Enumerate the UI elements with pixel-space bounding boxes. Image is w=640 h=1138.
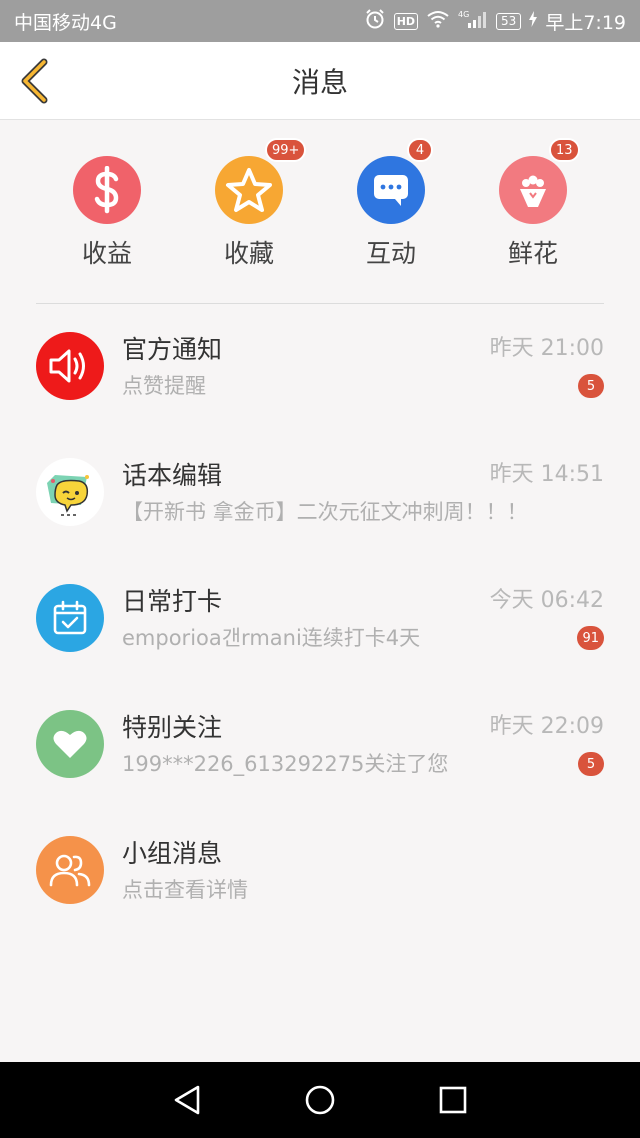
group-icon xyxy=(49,854,91,887)
nav-back-button[interactable] xyxy=(165,1078,209,1122)
page-title: 消息 xyxy=(291,65,348,99)
quick-categories: 收益 99+ 收藏 4 互动 13 鲜花 xyxy=(0,120,640,304)
message-title: 小组消息 xyxy=(122,839,223,868)
unread-badge: 5 xyxy=(578,752,604,776)
circle-home-icon xyxy=(305,1085,335,1115)
group-messages-avatar xyxy=(36,836,104,904)
official-notice-avatar xyxy=(36,332,104,400)
back-button[interactable] xyxy=(14,56,54,106)
message-time: 昨天 22:09 xyxy=(489,714,604,739)
daily-checkin-avatar xyxy=(36,584,104,652)
list-item-official-notice[interactable]: 官方通知 昨天 21:00 点赞提醒 5 xyxy=(0,322,640,432)
chevron-left-icon xyxy=(21,58,48,104)
square-recents-icon xyxy=(440,1086,467,1114)
message-time: 昨天 14:51 xyxy=(489,462,604,487)
nav-recents-button[interactable] xyxy=(431,1078,475,1122)
message-title: 官方通知 xyxy=(122,335,223,364)
list-item-group-messages[interactable]: 小组消息 点击查看详情 xyxy=(0,826,640,936)
divider xyxy=(36,303,604,304)
quick-label-earnings: 收益 xyxy=(81,239,132,268)
speaker-icon xyxy=(49,349,85,383)
network-label: 4G xyxy=(458,10,469,19)
charging-icon xyxy=(529,11,538,31)
earnings-circle xyxy=(73,156,141,224)
message-title: 话本编辑 xyxy=(122,461,223,490)
hd-icon: HD xyxy=(393,12,419,30)
interaction-circle: 4 xyxy=(357,138,433,224)
flower-icon xyxy=(520,175,546,207)
unread-badge: 91 xyxy=(577,626,604,650)
quick-item-interaction[interactable]: 4 互动 xyxy=(336,138,446,270)
quick-item-flowers[interactable]: 13 鲜花 xyxy=(478,138,588,270)
flowers-badge: 13 xyxy=(549,138,580,162)
dollar-icon xyxy=(94,166,119,214)
list-item-editor[interactable]: 话本编辑 昨天 14:51 【开新书 拿金币】二次元征文冲刺周！！！ xyxy=(0,448,640,558)
message-preview: 【开新书 拿金币】二次元征文冲刺周！！！ xyxy=(122,500,528,524)
message-title: 日常打卡 xyxy=(122,587,223,616)
message-preview: emporioa갠rmani连续打卡4天 xyxy=(122,626,421,650)
heart-icon xyxy=(53,730,87,758)
message-time: 今天 06:42 xyxy=(489,588,604,613)
signal-icon: 4G xyxy=(458,9,488,33)
message-time: 昨天 21:00 xyxy=(489,336,604,361)
special-follow-avatar xyxy=(36,710,104,778)
interaction-badge: 4 xyxy=(407,138,433,162)
header: 消息 xyxy=(0,42,640,120)
quick-label-flowers: 鲜花 xyxy=(507,239,558,268)
favorites-badge: 99+ xyxy=(265,138,307,162)
favorites-circle: 99+ xyxy=(215,138,307,224)
message-title: 特别关注 xyxy=(122,713,223,742)
quick-label-interaction: 互动 xyxy=(365,239,416,268)
list-item-daily-checkin[interactable]: 日常打卡 今天 06:42 emporioa갠rmani连续打卡4天 91 xyxy=(0,574,640,684)
navigation-bar xyxy=(0,1062,640,1138)
battery-icon: 53 xyxy=(496,12,522,30)
message-preview: 199***226_613292275关注了您 xyxy=(122,752,449,776)
quick-label-favorites: 收藏 xyxy=(223,239,274,268)
list-item-special-follow[interactable]: 特别关注 昨天 22:09 199***226_613292275关注了您 5 xyxy=(0,700,640,810)
nav-home-button[interactable] xyxy=(298,1078,342,1122)
calendar-icon xyxy=(53,600,87,635)
message-preview: 点赞提醒 xyxy=(122,374,206,398)
editor-avatar xyxy=(36,458,104,526)
editor-avatar-icon xyxy=(47,475,89,516)
clock-label: 早上7:19 xyxy=(545,11,626,34)
unread-badge: 5 xyxy=(578,374,604,398)
quick-item-earnings[interactable]: 收益 xyxy=(52,156,162,270)
carrier-label: 中国移动4G xyxy=(14,11,117,34)
triangle-back-icon xyxy=(174,1085,199,1115)
message-preview: 点击查看详情 xyxy=(122,878,248,902)
quick-item-favorites[interactable]: 99+ 收藏 xyxy=(194,138,307,270)
flowers-circle: 13 xyxy=(499,138,580,224)
wifi-icon xyxy=(426,9,450,33)
status-bar: 中国移动4G HD 4G 53 早上7:19 xyxy=(0,0,640,42)
chat-icon xyxy=(374,175,408,206)
star-icon xyxy=(226,168,272,212)
status-icons: HD 4G 53 早上7:19 xyxy=(364,8,626,35)
alarm-icon xyxy=(364,8,386,34)
